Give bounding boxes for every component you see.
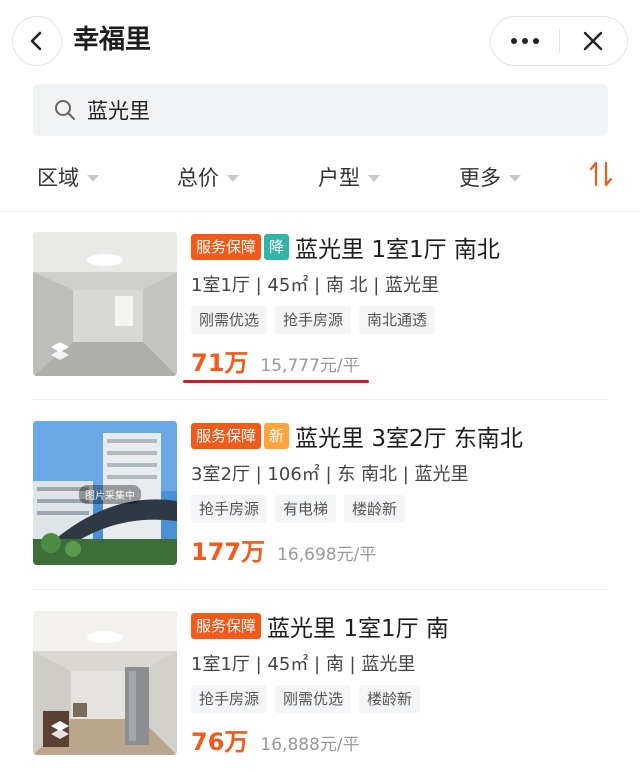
filter-layout[interactable]: 户型 bbox=[318, 162, 380, 192]
vr-icon bbox=[51, 721, 69, 739]
listing-unit-price: 16,888元/平 bbox=[260, 735, 360, 755]
list-divider bbox=[33, 589, 609, 590]
dropdown-arrow-icon bbox=[368, 174, 380, 182]
listing-unit-price: 15,777元/平 bbox=[260, 356, 360, 376]
listing-meta: 1室1厅 | 45㎡ | 南 | 蓝光里 bbox=[191, 654, 416, 675]
listing-price: 76万 bbox=[191, 728, 249, 756]
service-badge: 服务保障 bbox=[191, 234, 262, 260]
listing-card[interactable]: 服务保障 蓝光里 1室1厅 南 1室1厅 | 45㎡ | 南 | 蓝光里 抢手房… bbox=[33, 611, 609, 771]
filter-label: 更多 bbox=[459, 166, 501, 190]
sort-arrows-icon[interactable] bbox=[588, 160, 614, 188]
more-dots-icon bbox=[510, 38, 539, 44]
filter-divider bbox=[0, 211, 640, 212]
filter-more[interactable]: 更多 bbox=[459, 162, 521, 192]
listing-info: 服务保障 降 蓝光里 1室1厅 南北 1室1厅 | 45㎡ | 南 北 | 蓝光… bbox=[191, 232, 611, 377]
filter-label: 户型 bbox=[318, 166, 360, 190]
listing-tag: 刚需优选 bbox=[275, 685, 352, 713]
search-bar[interactable]: 蓝光里 bbox=[33, 84, 608, 136]
listing-tag: 刚需优选 bbox=[191, 306, 268, 334]
price-drop-badge: 降 bbox=[264, 234, 290, 260]
page-title: 幸福里 bbox=[73, 25, 152, 55]
listing-card[interactable]: 服务保障 降 蓝光里 1室1厅 南北 1室1厅 | 45㎡ | 南 北 | 蓝光… bbox=[33, 232, 609, 392]
listing-tag: 楼龄新 bbox=[344, 495, 406, 523]
filter-area[interactable]: 区域 bbox=[37, 162, 99, 192]
listing-price: 177万 bbox=[191, 538, 266, 566]
new-badge: 新 bbox=[264, 423, 290, 449]
listing-unit-price: 16,698元/平 bbox=[277, 545, 377, 565]
close-button[interactable] bbox=[560, 17, 628, 65]
red-underline-annotation bbox=[183, 380, 369, 383]
more-button[interactable] bbox=[491, 17, 559, 65]
listing-card[interactable]: 图片采集中 服务保障 新 蓝光里 3室2厅 东南北 3室2厅 | 106㎡ | … bbox=[33, 421, 609, 581]
list-divider bbox=[33, 399, 609, 400]
header: 幸福里 bbox=[0, 0, 640, 82]
filter-bar: 区域 总价 户型 更多 bbox=[0, 148, 640, 204]
service-badge: 服务保障 bbox=[191, 613, 262, 639]
listing-tag: 抢手房源 bbox=[191, 685, 268, 713]
listing-tag: 抢手房源 bbox=[275, 306, 352, 334]
image-caption: 图片采集中 bbox=[79, 485, 141, 504]
mini-program-capsule bbox=[490, 16, 628, 66]
chevron-left-icon bbox=[30, 31, 42, 51]
service-badge: 服务保障 bbox=[191, 423, 262, 449]
listing-tag: 南北通透 bbox=[359, 306, 436, 334]
filter-label: 区域 bbox=[37, 166, 79, 190]
vr-icon bbox=[51, 342, 69, 360]
listing-tag: 楼龄新 bbox=[359, 685, 421, 713]
listing-info: 服务保障 蓝光里 1室1厅 南 1室1厅 | 45㎡ | 南 | 蓝光里 抢手房… bbox=[191, 611, 611, 756]
close-icon bbox=[584, 31, 603, 51]
listing-price: 71万 bbox=[191, 349, 249, 377]
listing-meta: 3室2厅 | 106㎡ | 东 南北 | 蓝光里 bbox=[191, 464, 469, 485]
filter-label: 总价 bbox=[177, 166, 219, 190]
listing-meta: 1室1厅 | 45㎡ | 南 北 | 蓝光里 bbox=[191, 275, 440, 296]
dropdown-arrow-icon bbox=[227, 174, 239, 182]
listing-title: 蓝光里 3室2厅 东南北 bbox=[295, 426, 523, 452]
back-button[interactable] bbox=[12, 16, 62, 66]
search-input[interactable]: 蓝光里 bbox=[87, 95, 150, 125]
listing-photo bbox=[33, 611, 177, 755]
listing-info: 服务保障 新 蓝光里 3室2厅 东南北 3室2厅 | 106㎡ | 东 南北 |… bbox=[191, 421, 611, 566]
search-icon bbox=[53, 98, 77, 122]
filter-total-price[interactable]: 总价 bbox=[177, 162, 239, 192]
dropdown-arrow-icon bbox=[509, 174, 521, 182]
listing-title: 蓝光里 1室1厅 南 bbox=[267, 616, 449, 642]
listing-tag: 抢手房源 bbox=[191, 495, 268, 523]
listing-photo: 图片采集中 bbox=[33, 421, 177, 565]
listing-title: 蓝光里 1室1厅 南北 bbox=[295, 237, 500, 263]
listing-tag: 有电梯 bbox=[275, 495, 337, 523]
dropdown-arrow-icon bbox=[87, 174, 99, 182]
listing-photo bbox=[33, 232, 177, 376]
